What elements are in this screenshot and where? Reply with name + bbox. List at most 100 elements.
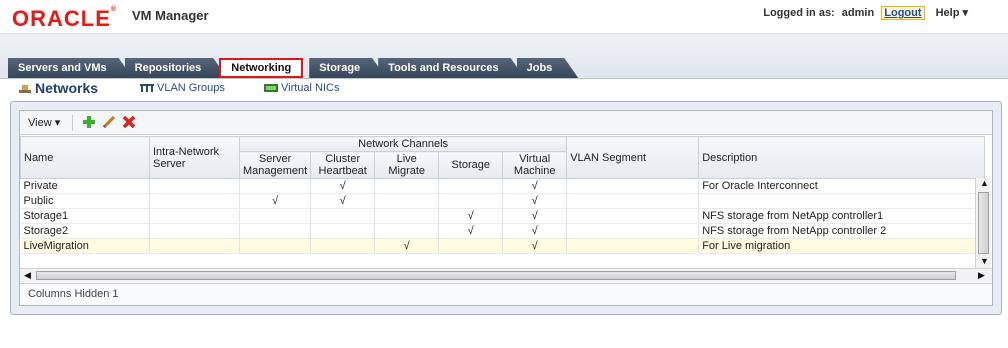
vlan-groups-icon (140, 84, 154, 93)
cell-description: For Live migration (698, 238, 986, 254)
user-area: Logged in as: admin Logout Help ▾ (759, 6, 968, 20)
tab-tools-and-resources[interactable]: Tools and Resources (378, 58, 524, 78)
table-row[interactable]: Storage1 √ √ NFS storage from NetApp con… (20, 208, 986, 224)
tab-jobs[interactable]: Jobs (517, 58, 579, 78)
cell-name: Storage1 (20, 208, 150, 224)
app-title: VM Manager (132, 8, 209, 23)
col-header-cluster-heartbeat[interactable]: Cluster Heartbeat (310, 151, 376, 179)
cell-heartbeat (310, 223, 376, 239)
cell-name: Storage2 (20, 223, 150, 239)
table-row[interactable]: Private √ √ For Oracle Interconnect (20, 178, 986, 194)
top-bar: ORACLE® VM Manager Logged in as: admin L… (0, 0, 1008, 34)
cell-vm: √ (502, 223, 568, 239)
networks-table: Name Intra-Network Server Network Channe… (20, 136, 986, 254)
cell-storage (438, 193, 504, 209)
horizontal-scrollbar[interactable]: ◀ ▶ (20, 268, 992, 282)
username: admin (841, 7, 875, 19)
subnav-vlan-groups[interactable]: VLAN Groups (140, 82, 225, 94)
cell-migrate (374, 208, 440, 224)
cell-migrate (374, 223, 440, 239)
toolbar-separator (72, 115, 73, 131)
scroll-right-icon[interactable]: ▶ (978, 270, 985, 281)
virtual-nic-icon (264, 84, 278, 93)
cell-heartbeat (310, 208, 376, 224)
col-header-server-management[interactable]: Server Management (238, 151, 312, 179)
cell-intra (149, 223, 240, 239)
cell-vlan (566, 238, 700, 254)
col-header-intra-network-server[interactable]: Intra-Network Server (149, 136, 240, 179)
subnav-virtual-nics[interactable]: Virtual NICs (264, 82, 339, 94)
cell-intra (149, 193, 240, 209)
table-row[interactable]: Public √ √ √ (20, 193, 986, 209)
tab-repositories[interactable]: Repositories (125, 58, 228, 78)
cell-mgmt (239, 238, 312, 254)
view-menu[interactable]: View ▾ (28, 116, 60, 129)
cell-vlan (566, 178, 700, 194)
edit-icon[interactable] (100, 113, 118, 131)
sub-navigation: Networks VLAN Groups Virtual NICs (0, 78, 1008, 100)
logout-link[interactable]: Logout (881, 6, 925, 20)
vertical-scroll-thumb[interactable] (978, 192, 989, 254)
cell-storage (438, 178, 504, 194)
cell-heartbeat (310, 238, 376, 254)
cell-storage (438, 238, 504, 254)
network-icon (19, 85, 31, 94)
add-icon[interactable] (80, 113, 98, 131)
vertical-scrollbar[interactable]: ▲ ▼ (975, 178, 991, 268)
logged-in-label: Logged in as: (763, 7, 835, 19)
networks-table-container: View ▾ Name Intra-Network Server Network… (19, 110, 993, 306)
col-header-vlan-segment[interactable]: VLAN Segment (566, 136, 700, 179)
cell-vm: √ (502, 178, 568, 194)
networks-panel: View ▾ Name Intra-Network Server Network… (10, 101, 1002, 315)
col-header-name[interactable]: Name (20, 136, 150, 179)
col-header-description[interactable]: Description (698, 136, 986, 179)
cell-mgmt: √ (239, 193, 312, 209)
cell-vlan (566, 208, 700, 224)
cell-heartbeat: √ (310, 178, 376, 194)
tab-servers-and-vms[interactable]: Servers and VMs (8, 58, 133, 78)
scroll-down-icon[interactable]: ▼ (980, 256, 989, 266)
cell-migrate (374, 178, 440, 194)
cell-description (698, 193, 986, 209)
cell-mgmt (239, 223, 312, 239)
col-header-virtual-machine[interactable]: Virtual Machine (502, 151, 568, 179)
cell-migrate (374, 193, 440, 209)
horizontal-scroll-thumb[interactable] (36, 271, 956, 280)
delete-icon[interactable] (120, 113, 138, 131)
scroll-left-icon[interactable]: ◀ (24, 270, 31, 281)
cell-heartbeat: √ (310, 193, 376, 209)
cell-migrate: √ (374, 238, 440, 254)
cell-vm: √ (502, 193, 568, 209)
cell-name: Public (20, 193, 150, 209)
cell-description: NFS storage from NetApp controller 2 (698, 223, 986, 239)
tab-storage[interactable]: Storage (309, 58, 386, 78)
cell-name: LiveMigration (20, 238, 150, 254)
cell-intra (149, 178, 240, 194)
cell-description: NFS storage from NetApp controller1 (698, 208, 986, 224)
cell-intra (149, 208, 240, 224)
cell-vm: √ (502, 208, 568, 224)
cell-vm: √ (502, 238, 568, 254)
cell-vlan (566, 193, 700, 209)
cell-vlan (566, 223, 700, 239)
tab-networking[interactable]: Networking (219, 58, 304, 78)
help-menu[interactable]: Help ▾ (932, 7, 968, 19)
table-toolbar: View ▾ (20, 111, 992, 135)
cell-storage: √ (438, 208, 504, 224)
main-tabs: Servers and VMs Repositories Networking … (8, 58, 570, 78)
scroll-up-icon[interactable]: ▲ (980, 178, 989, 188)
col-header-storage[interactable]: Storage (438, 151, 504, 179)
table-row[interactable]: Storage2 √ √ NFS storage from NetApp con… (20, 223, 986, 239)
cell-intra (149, 238, 240, 254)
columns-hidden-status: Columns Hidden 1 (20, 283, 992, 305)
col-group-network-channels: Network Channels (238, 136, 568, 152)
subnav-networks[interactable]: Networks (18, 80, 98, 96)
table-row-selected[interactable]: LiveMigration √ √ For Live migration (20, 238, 986, 254)
col-header-live-migrate[interactable]: Live Migrate (374, 151, 440, 179)
cell-description: For Oracle Interconnect (698, 178, 986, 194)
cell-mgmt (239, 178, 312, 194)
oracle-logo: ORACLE® (12, 6, 118, 31)
cell-storage: √ (438, 223, 504, 239)
cell-name: Private (20, 178, 150, 194)
cell-mgmt (239, 208, 312, 224)
